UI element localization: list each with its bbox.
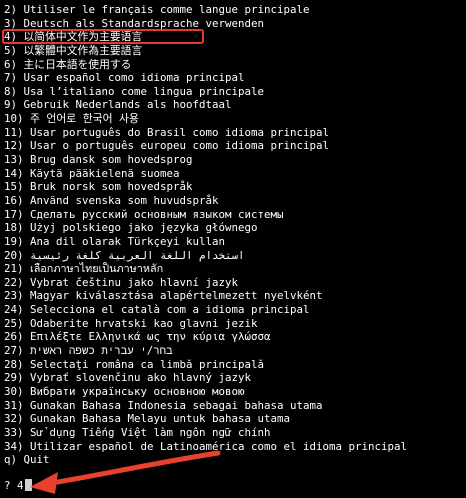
language-option: 14) Käytä pääkielenä suomea <box>4 166 180 180</box>
language-option: 13) Brug dansk som hovedsprog <box>4 153 193 167</box>
language-option: 2) Utiliser le français comme langue pri… <box>4 3 310 16</box>
language-option-simplified-chinese: 4) 以简体中文作为主要语言 <box>4 30 143 44</box>
language-option: 31) Gunakan Bahasa Indonesia sebagai bah… <box>4 398 323 412</box>
quit-option: q) Quit <box>4 453 50 467</box>
language-option: 6) 主に日本語を使用する <box>4 57 132 71</box>
language-option: 33) Sử dụng Tiếng Việt làm ngôn ngữ chín… <box>4 425 271 439</box>
terminal-window[interactable]: 2) Utiliser le français comme langue pri… <box>0 0 466 498</box>
language-option: 3) Deutsch als Standardsprache verwenden <box>4 16 265 30</box>
language-option: 27) בחר/י עברית כשפה ראשית <box>4 344 173 358</box>
text-cursor <box>24 479 32 491</box>
language-option: 34) Utilizar español de Latinoamérica co… <box>4 439 408 453</box>
language-option-list: 2) Utiliser le français comme langue pri… <box>4 3 462 467</box>
language-option: 29) Vybrať slovenčinu ako hlavný jazyk <box>4 371 252 385</box>
language-option: 18) Użyj polskiego jako języka głównego <box>4 221 258 235</box>
language-option: 21) เลือกภาษาไทยเป็นภาษาหลัก <box>4 262 164 276</box>
language-option: 9) Gebruik Nederlands als hoofdtaal <box>4 98 232 112</box>
input-prompt[interactable]: ? 4 <box>4 479 32 493</box>
language-option: 25) Odaberite hrvatski kao glavni jezik <box>4 316 258 330</box>
language-option: 12) Usar o português europeu como idioma… <box>4 139 330 153</box>
language-option: 28) Selectaţi româna ca limbă principală <box>4 357 265 371</box>
language-option: 26) Επιλέξτε Ελληνικά ως την κύρια γλώσσ… <box>4 330 271 344</box>
language-option: 20) استخدام اللغة العربية كلغة رئيسية <box>4 248 245 262</box>
language-option: 5) 以繁體中文作為主要語言 <box>4 43 143 57</box>
language-option: 24) Selecciona el català com a idioma pr… <box>4 303 310 317</box>
language-option: 30) Вибрати українську основною мовою <box>4 384 245 398</box>
language-option: 32) Gunakan Bahasa Melayu untuk bahasa u… <box>4 412 291 426</box>
language-option: 16) Använd svenska som huvudspråk <box>4 193 219 207</box>
language-option: 22) Vybrat češtinu jako hlavní jazyk <box>4 275 239 289</box>
language-option: 23) Magyar kiválasztása alapértelmezett … <box>4 289 323 303</box>
language-option: 15) Bruk norsk som hovedspråk <box>4 180 193 194</box>
language-option: 10) 주 언어로 한국어 사용 <box>4 112 139 126</box>
prompt-input[interactable]: 4 <box>17 479 24 492</box>
language-option: 11) Usar português do Brasil como idioma… <box>4 125 330 139</box>
language-option: 7) Usar español como idioma principal <box>4 71 245 85</box>
language-option: 17) Сделать русский основным языком сист… <box>4 207 284 221</box>
language-option: 8) Usa l’italiano come lingua principale <box>4 84 265 98</box>
prompt-symbol: ? <box>4 479 11 492</box>
language-option: 19) Ana dil olarak Türkçeyi kullan <box>4 234 226 248</box>
